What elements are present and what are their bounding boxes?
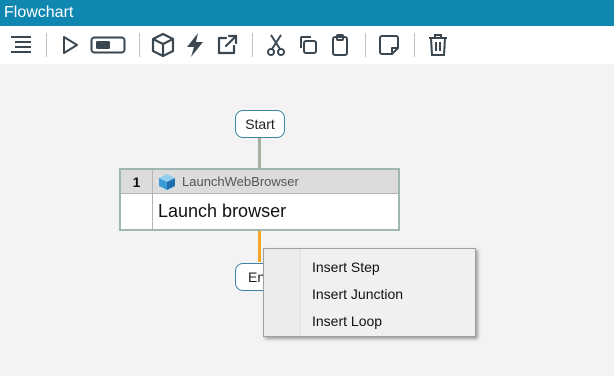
cut-icon[interactable]	[261, 30, 291, 60]
list-icon[interactable]	[6, 30, 36, 60]
context-menu: Insert Step Insert Junction Insert Loop	[263, 248, 476, 337]
copy-icon[interactable]	[293, 30, 323, 60]
step-number: 1	[121, 170, 153, 194]
step-type: LaunchWebBrowser	[182, 174, 299, 189]
connector-start[interactable]	[258, 138, 261, 168]
menu-item-insert-loop[interactable]: Insert Loop	[264, 308, 475, 335]
toggle-icon[interactable]	[87, 30, 129, 60]
toolbar-separator	[139, 33, 140, 57]
paste-icon[interactable]	[325, 30, 355, 60]
toolbar-separator	[414, 33, 415, 57]
step-number-cell	[121, 194, 153, 229]
play-icon[interactable]	[55, 30, 85, 60]
external-link-icon[interactable]	[212, 30, 242, 60]
toolbar-separator	[252, 33, 253, 57]
toolbar-separator	[365, 33, 366, 57]
package-icon[interactable]	[148, 30, 178, 60]
menu-item-insert-step[interactable]: Insert Step	[264, 254, 475, 281]
step-header: 1 LaunchWebBrowser	[121, 170, 398, 194]
window-title: Flowchart	[0, 0, 614, 26]
start-node[interactable]: Start	[235, 110, 285, 138]
connector-end[interactable]	[258, 230, 261, 262]
lightning-icon[interactable]	[180, 30, 210, 60]
toolbar-separator	[46, 33, 47, 57]
step-label: Launch browser	[158, 201, 287, 221]
note-icon[interactable]	[374, 30, 404, 60]
trash-icon[interactable]	[423, 30, 453, 60]
step-node[interactable]: 1 LaunchWebBrowser Launch browser	[119, 168, 400, 231]
toolbar	[0, 26, 614, 64]
cube-icon	[158, 173, 176, 191]
menu-item-insert-junction[interactable]: Insert Junction	[264, 281, 475, 308]
